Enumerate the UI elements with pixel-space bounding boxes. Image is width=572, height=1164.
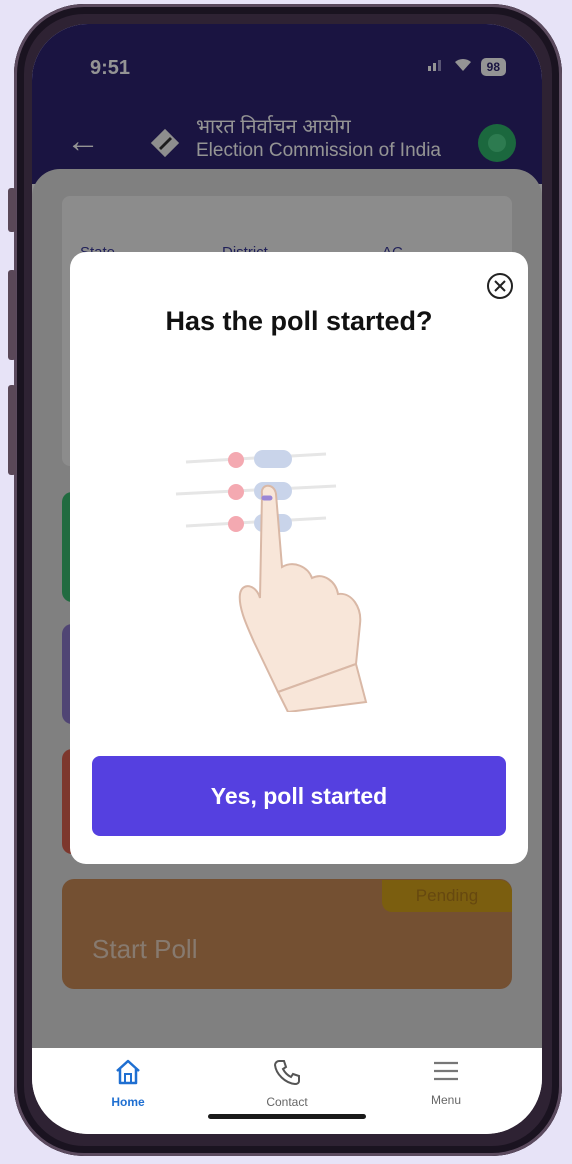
dialog-title: Has the poll started? [165, 306, 433, 336]
nav-home[interactable]: Home [68, 1058, 188, 1109]
voting-finger-illustration [175, 450, 368, 712]
nav-home-label: Home [111, 1095, 145, 1109]
poll-started-dialog: Has the poll started? Yes, poll started [70, 252, 528, 864]
nav-menu[interactable]: Menu [386, 1058, 506, 1107]
nav-contact-label: Contact [266, 1095, 308, 1109]
phone-icon [273, 1060, 300, 1086]
nav-contact[interactable]: Contact [227, 1058, 347, 1109]
home-icon [116, 1059, 140, 1085]
home-indicator[interactable] [208, 1114, 366, 1119]
phone-side-button [8, 188, 16, 232]
phone-volume-down [8, 385, 16, 475]
close-icon[interactable] [486, 272, 514, 300]
yes-poll-started-button[interactable]: Yes, poll started [92, 756, 506, 836]
phone-volume-up [8, 270, 16, 360]
bottom-navigation: Home Contact Menu [32, 1048, 542, 1134]
nav-menu-label: Menu [430, 1093, 462, 1107]
menu-icon [434, 1061, 458, 1081]
phone-screen: 9:51 98 ← भारत निर्वाचन आयोग Election Co… [32, 24, 542, 1134]
